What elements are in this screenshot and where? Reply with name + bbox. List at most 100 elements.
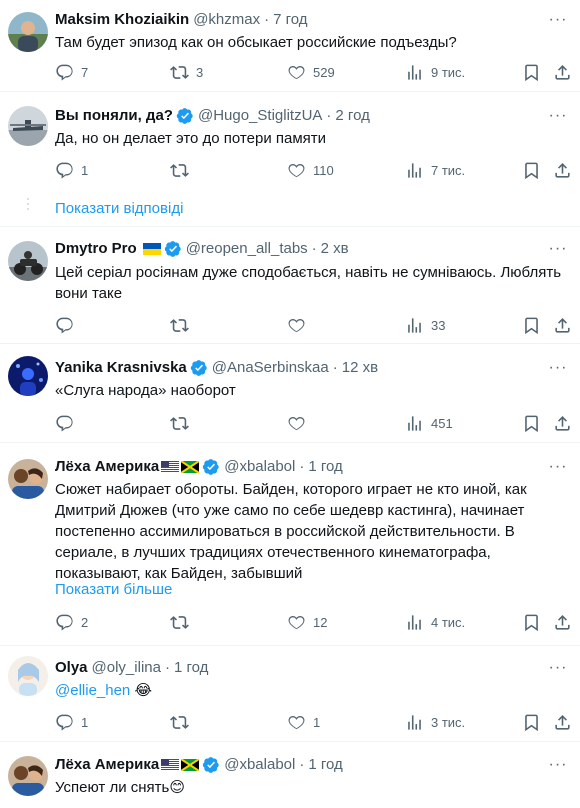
tweet[interactable]: Вы поняли, да? @Hugo_StiglitzUA · 2 год …: [0, 92, 580, 188]
us-flag-icon: [161, 461, 180, 473]
share-icon: [555, 714, 570, 730]
user-handle[interactable]: @xbalabol: [224, 755, 295, 775]
like-button[interactable]: 110: [287, 160, 334, 180]
heart-icon: [288, 163, 305, 177]
user-handle[interactable]: @khzmax: [193, 10, 260, 30]
timestamp[interactable]: 12 хв: [342, 358, 378, 378]
reply-count: 7: [81, 64, 89, 80]
display-name[interactable]: Вы поняли, да?: [55, 106, 173, 126]
share-button[interactable]: [553, 62, 572, 82]
reply-button[interactable]: 2: [55, 612, 88, 632]
like-count: 1: [313, 714, 321, 730]
views-button[interactable]: 4 тис.: [405, 612, 465, 632]
bookmark-button[interactable]: [522, 160, 541, 180]
user-handle[interactable]: @reopen_all_tabs: [186, 239, 308, 259]
tweet[interactable]: Maksim Khoziaikin @khzmax · 7 год ··· Та…: [0, 0, 580, 92]
separator-dot: ·: [164, 659, 170, 676]
avatar[interactable]: [8, 459, 48, 499]
avatar[interactable]: [8, 656, 48, 696]
bookmark-button[interactable]: [522, 62, 541, 82]
display-name[interactable]: Yanika Krasnivska: [55, 358, 187, 378]
reply-count: 1: [81, 714, 89, 730]
retweet-button[interactable]: [170, 160, 196, 180]
share-button[interactable]: [553, 612, 572, 632]
heart-icon: [288, 318, 305, 332]
share-button[interactable]: [553, 712, 572, 732]
like-button[interactable]: 1: [287, 712, 320, 732]
like-button[interactable]: 529: [287, 62, 335, 82]
timestamp[interactable]: 1 год: [174, 658, 208, 678]
reply-button[interactable]: 1: [55, 712, 88, 732]
timestamp[interactable]: 2 год: [335, 106, 369, 126]
tweet[interactable]: Лёха Америка @xbalabol · 1 год ··· Сюжет…: [0, 443, 580, 647]
verified-badge-icon: [176, 108, 193, 124]
display-name[interactable]: Лёха Америка: [55, 755, 159, 775]
views-button[interactable]: 33: [405, 315, 445, 335]
more-options-icon[interactable]: ···: [548, 10, 568, 30]
user-handle[interactable]: @Hugo_StiglitzUA: [198, 106, 322, 126]
display-name[interactable]: Лёха Америка: [55, 457, 159, 477]
display-name[interactable]: Olya: [55, 658, 88, 678]
retweet-icon: [170, 615, 189, 629]
reply-count: 2: [81, 614, 89, 630]
views-button[interactable]: 451: [405, 413, 453, 433]
avatar[interactable]: [8, 756, 48, 796]
tweet-text: Да, но он делает это до потери памяти: [55, 130, 327, 147]
tweet[interactable]: Dmytro Pro @reopen_all_tabs · 2 хв ··· Ц…: [0, 227, 580, 343]
timestamp[interactable]: 2 хв: [321, 239, 349, 259]
like-button[interactable]: [287, 413, 313, 433]
views-button[interactable]: 9 тис.: [405, 62, 465, 82]
more-options-icon[interactable]: ···: [548, 106, 568, 126]
reply-button[interactable]: 7: [55, 62, 88, 82]
avatar[interactable]: [8, 356, 48, 396]
retweet-button[interactable]: [170, 315, 196, 335]
avatar[interactable]: [8, 12, 48, 52]
timestamp[interactable]: 7 год: [273, 10, 307, 30]
show-more-link[interactable]: Показати більше: [55, 580, 172, 600]
retweet-icon: [170, 715, 189, 729]
like-button[interactable]: [287, 315, 313, 335]
user-handle[interactable]: @oly_ilina: [92, 658, 161, 678]
bookmark-icon: [525, 714, 538, 731]
share-button[interactable]: [553, 315, 572, 335]
bookmark-button[interactable]: [522, 315, 541, 335]
share-button[interactable]: [553, 160, 572, 180]
tweet[interactable]: Olya @oly_ilina · 1 год ··· @ellie_hen 😂…: [0, 646, 580, 742]
like-button[interactable]: 12: [287, 612, 327, 632]
more-options-icon[interactable]: ···: [548, 658, 568, 678]
timestamp[interactable]: 1 год: [308, 457, 342, 477]
bookmark-button[interactable]: [522, 612, 541, 632]
user-handle[interactable]: @AnaSerbinskaa: [212, 358, 329, 378]
share-button[interactable]: [553, 413, 572, 433]
share-icon: [555, 415, 570, 431]
reply-button[interactable]: 1: [55, 160, 88, 180]
user-handle[interactable]: @xbalabol: [224, 457, 295, 477]
tweet[interactable]: Лёха Америка @xbalabol · 1 год ··· Успею…: [0, 742, 580, 808]
mention-link[interactable]: @ellie_hen: [55, 682, 130, 699]
more-options-icon[interactable]: ···: [548, 755, 568, 775]
reply-icon: [56, 64, 73, 81]
display-name[interactable]: Dmytro Pro: [55, 239, 137, 259]
display-name[interactable]: Maksim Khoziaikin: [55, 10, 189, 30]
more-options-icon[interactable]: ···: [548, 457, 568, 477]
bookmark-button[interactable]: [522, 413, 541, 433]
show-replies-link[interactable]: Показати відповіді: [55, 200, 183, 217]
views-button[interactable]: 3 тис.: [405, 712, 465, 732]
more-options-icon[interactable]: ···: [548, 239, 568, 259]
avatar[interactable]: [8, 106, 48, 146]
bookmark-icon: [525, 614, 538, 631]
retweet-button[interactable]: 3: [170, 62, 203, 82]
bookmark-button[interactable]: [522, 712, 541, 732]
reply-button[interactable]: [55, 413, 81, 433]
timestamp[interactable]: 1 год: [308, 755, 342, 775]
more-options-icon[interactable]: ···: [548, 358, 568, 378]
reply-button[interactable]: [55, 315, 81, 335]
retweet-button[interactable]: [170, 612, 196, 632]
share-icon: [555, 162, 570, 178]
tweet[interactable]: Yanika Krasnivska @AnaSerbinskaa · 12 хв…: [0, 344, 580, 442]
tweet-header: Лёха Америка @xbalabol · 1 год: [55, 457, 343, 477]
retweet-button[interactable]: [170, 712, 196, 732]
retweet-button[interactable]: [170, 413, 196, 433]
views-button[interactable]: 7 тис.: [405, 160, 465, 180]
avatar[interactable]: [8, 241, 48, 281]
